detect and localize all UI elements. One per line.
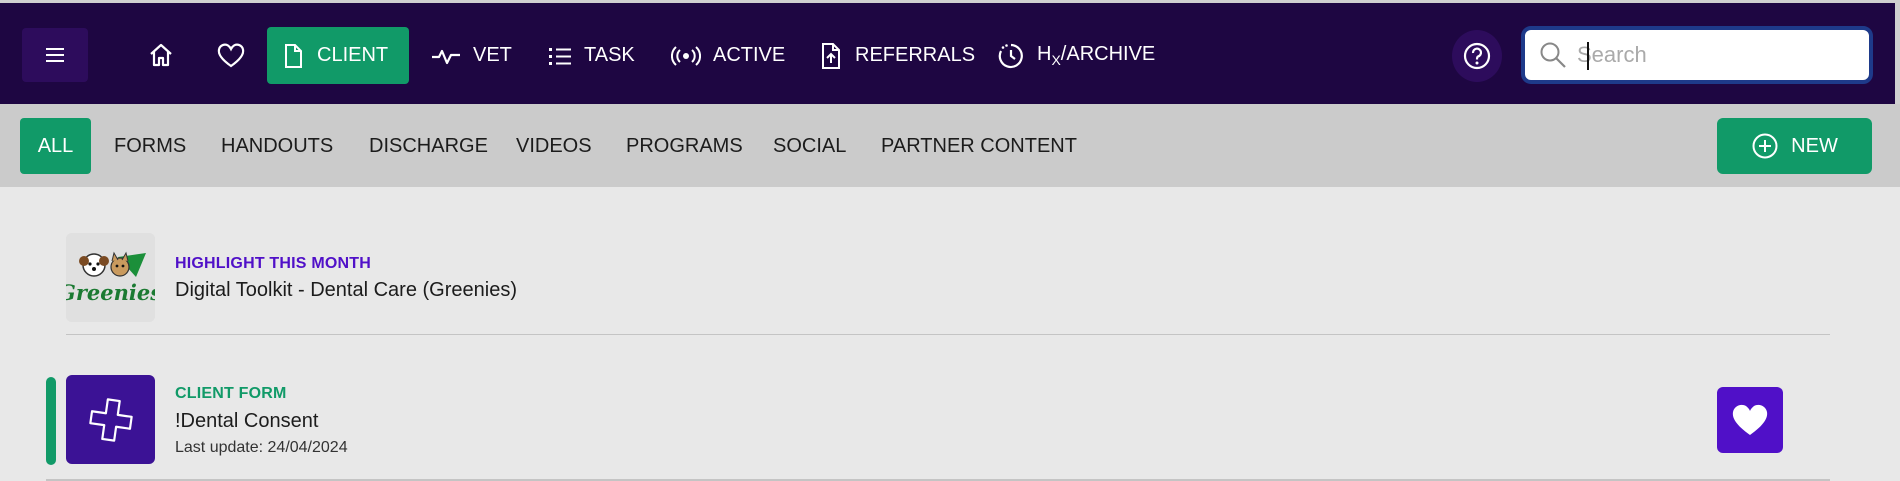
filter-discharge[interactable]: DISCHARGE	[349, 118, 508, 174]
highlight-kicker: HIGHLIGHT THIS MONTH	[175, 255, 371, 272]
document-icon	[285, 43, 302, 68]
tab-active-label: ACTIVE	[713, 44, 786, 66]
text-cursor	[1587, 42, 1589, 70]
search-input[interactable]	[1577, 42, 1847, 68]
file-upload-icon	[822, 42, 840, 69]
plus-circle-icon	[1752, 133, 1778, 159]
selected-indicator	[46, 377, 56, 465]
heart-icon	[217, 43, 245, 68]
pulse-icon	[432, 49, 460, 64]
favorites-button[interactable]	[212, 27, 250, 83]
broadcast-icon	[671, 45, 701, 66]
item-title: !Dental Consent	[175, 410, 319, 432]
svg-text:Greenies: Greenies	[66, 280, 155, 305]
tab-vet-label: VET	[473, 44, 512, 66]
new-button-label: NEW	[1791, 134, 1838, 157]
search-box	[1521, 26, 1873, 84]
help-button[interactable]	[1452, 30, 1502, 82]
favorite-button[interactable]	[1717, 387, 1783, 453]
tab-client-label: CLIENT	[317, 44, 389, 66]
list-item[interactable]: CLIENT FORM !Dental Consent Last update:…	[46, 375, 1830, 481]
medical-cross-icon-tile	[66, 375, 155, 464]
new-button[interactable]: NEW	[1717, 118, 1872, 174]
greenies-logo-image: Greenies	[66, 233, 155, 322]
home-button[interactable]	[143, 27, 179, 83]
heart-icon	[1732, 404, 1768, 435]
tab-referrals[interactable]: REFERRALS	[805, 27, 989, 84]
tab-referrals-label: REFERRALS	[855, 44, 976, 66]
filter-forms[interactable]: FORMS	[94, 118, 206, 174]
search-icon	[1540, 42, 1566, 68]
clock-history-icon	[998, 43, 1023, 68]
filter-programs[interactable]: PROGRAMS	[606, 118, 763, 174]
medical-cross-icon	[88, 397, 133, 442]
tab-history-archive-label: HX/ARCHIVE	[1037, 43, 1156, 68]
filter-partner-content[interactable]: PARTNER CONTENT	[861, 118, 1097, 174]
question-circle-icon	[1463, 42, 1491, 70]
tab-vet[interactable]: VET	[417, 27, 526, 84]
list-icon	[549, 47, 571, 65]
filter-social[interactable]: SOCIAL	[753, 118, 866, 174]
tab-active[interactable]: ACTIVE	[657, 27, 799, 84]
highlight-item[interactable]: Greenies HIGHLIGHT THIS MONTH Digital To…	[66, 233, 1830, 335]
item-last-update: Last update: 24/04/2024	[175, 439, 348, 456]
content-list: Greenies HIGHLIGHT THIS MONTH Digital To…	[0, 187, 1900, 481]
filter-all[interactable]: ALL	[20, 118, 91, 174]
hamburger-menu-button[interactable]	[22, 28, 88, 82]
tab-history-archive[interactable]: HX/ARCHIVE	[983, 27, 1169, 84]
filter-videos[interactable]: VIDEOS	[496, 118, 612, 174]
highlight-title: Digital Toolkit - Dental Care (Greenies)	[175, 279, 517, 301]
home-icon	[150, 43, 172, 67]
tab-task[interactable]: TASK	[534, 27, 649, 84]
filter-handouts[interactable]: HANDOUTS	[201, 118, 353, 174]
tab-client[interactable]: CLIENT	[267, 27, 409, 84]
greenies-logo: Greenies	[66, 233, 155, 322]
tab-task-label: TASK	[584, 44, 635, 66]
top-nav-bar: CLIENT VET TASK ACTIVE REFERRALS HX/ARCH…	[0, 0, 1900, 104]
item-category: CLIENT FORM	[175, 385, 287, 402]
hamburger-icon	[46, 48, 64, 62]
filter-bar: ALL FORMS HANDOUTS DISCHARGE VIDEOS PROG…	[0, 104, 1900, 187]
